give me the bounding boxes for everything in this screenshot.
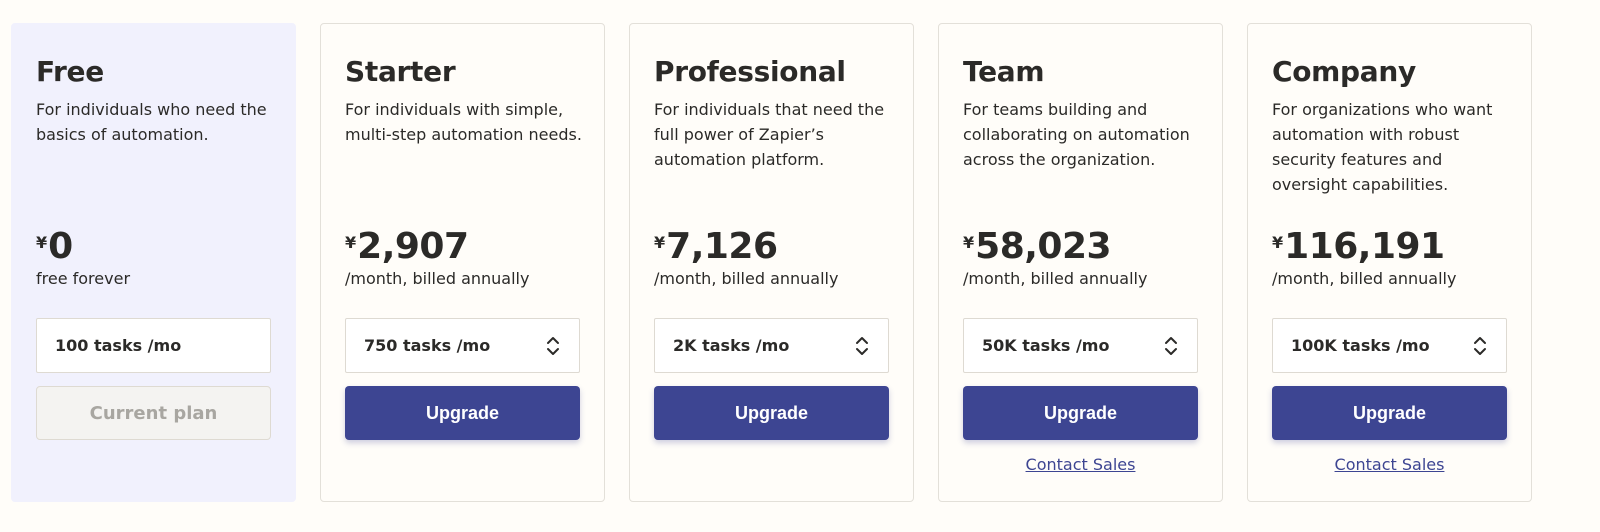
billing-note: /month, billed annually bbox=[1272, 269, 1457, 288]
currency-symbol: ¥ bbox=[654, 233, 666, 252]
upgrade-button[interactable]: Upgrade bbox=[1272, 386, 1507, 440]
currency-symbol: ¥ bbox=[1272, 233, 1284, 252]
tasks-value: 100 tasks /mo bbox=[55, 336, 182, 355]
current-plan-button: Current plan bbox=[36, 386, 271, 440]
up-down-chevron-icon bbox=[856, 336, 868, 355]
price-amount: 116,191 bbox=[1284, 226, 1445, 267]
up-down-chevron-icon bbox=[1165, 336, 1177, 355]
upgrade-button[interactable]: Upgrade bbox=[654, 386, 889, 440]
plan-price: ¥ 0 bbox=[36, 223, 73, 271]
contact-sales-link[interactable]: Contact Sales bbox=[963, 455, 1198, 474]
plan-card-team: Team For teams building and collaboratin… bbox=[938, 23, 1223, 502]
currency-symbol: ¥ bbox=[963, 233, 975, 252]
tasks-value: 100K tasks /mo bbox=[1291, 336, 1430, 355]
pricing-plans: Free For individuals who need the basics… bbox=[11, 23, 1532, 502]
plan-name: Starter bbox=[345, 55, 456, 88]
tasks-value: 50K tasks /mo bbox=[982, 336, 1110, 355]
plan-card-starter: Starter For individuals with simple, mul… bbox=[320, 23, 605, 502]
plan-price: ¥ 116,191 bbox=[1272, 223, 1445, 271]
plan-description: For individuals with simple, multi-step … bbox=[345, 100, 582, 144]
plan-card-free: Free For individuals who need the basics… bbox=[11, 23, 296, 502]
price-amount: 7,126 bbox=[666, 226, 778, 267]
price-amount: 0 bbox=[48, 226, 73, 267]
plan-name: Free bbox=[36, 55, 104, 88]
upgrade-button[interactable]: Upgrade bbox=[345, 386, 580, 440]
up-down-chevron-icon bbox=[547, 336, 559, 355]
plan-description: For individuals who need the basics of a… bbox=[36, 100, 267, 144]
plan-name: Professional bbox=[654, 55, 846, 88]
plan-description: For organizations who want automation wi… bbox=[1272, 100, 1493, 194]
billing-note: free forever bbox=[36, 269, 131, 288]
plan-description: For teams building and collaborating on … bbox=[963, 100, 1190, 169]
billing-note: /month, billed annually bbox=[963, 269, 1148, 288]
billing-note: /month, billed annually bbox=[345, 269, 530, 288]
plan-price: ¥ 58,023 bbox=[963, 223, 1112, 271]
tasks-select[interactable]: 750 tasks /mo bbox=[345, 318, 580, 373]
billing-note: /month, billed annually bbox=[654, 269, 839, 288]
plan-price: ¥ 7,126 bbox=[654, 223, 778, 271]
tasks-select[interactable]: 100K tasks /mo bbox=[1272, 318, 1507, 373]
plan-description: For individuals that need the full power… bbox=[654, 100, 885, 169]
upgrade-button[interactable]: Upgrade bbox=[963, 386, 1198, 440]
plan-name: Team bbox=[963, 55, 1045, 88]
price-amount: 2,907 bbox=[357, 226, 469, 267]
plan-name: Company bbox=[1272, 55, 1416, 88]
plan-card-professional: Professional For individuals that need t… bbox=[629, 23, 914, 502]
currency-symbol: ¥ bbox=[36, 233, 48, 252]
up-down-chevron-icon bbox=[1474, 336, 1486, 355]
tasks-value: 2K tasks /mo bbox=[673, 336, 790, 355]
contact-sales-link[interactable]: Contact Sales bbox=[1272, 455, 1507, 474]
tasks-select[interactable]: 2K tasks /mo bbox=[654, 318, 889, 373]
plan-price: ¥ 2,907 bbox=[345, 223, 469, 271]
tasks-value: 750 tasks /mo bbox=[364, 336, 491, 355]
currency-symbol: ¥ bbox=[345, 233, 357, 252]
tasks-select[interactable]: 50K tasks /mo bbox=[963, 318, 1198, 373]
tasks-display: 100 tasks /mo bbox=[36, 318, 271, 373]
plan-card-company: Company For organizations who want autom… bbox=[1247, 23, 1532, 502]
price-amount: 58,023 bbox=[975, 226, 1112, 267]
